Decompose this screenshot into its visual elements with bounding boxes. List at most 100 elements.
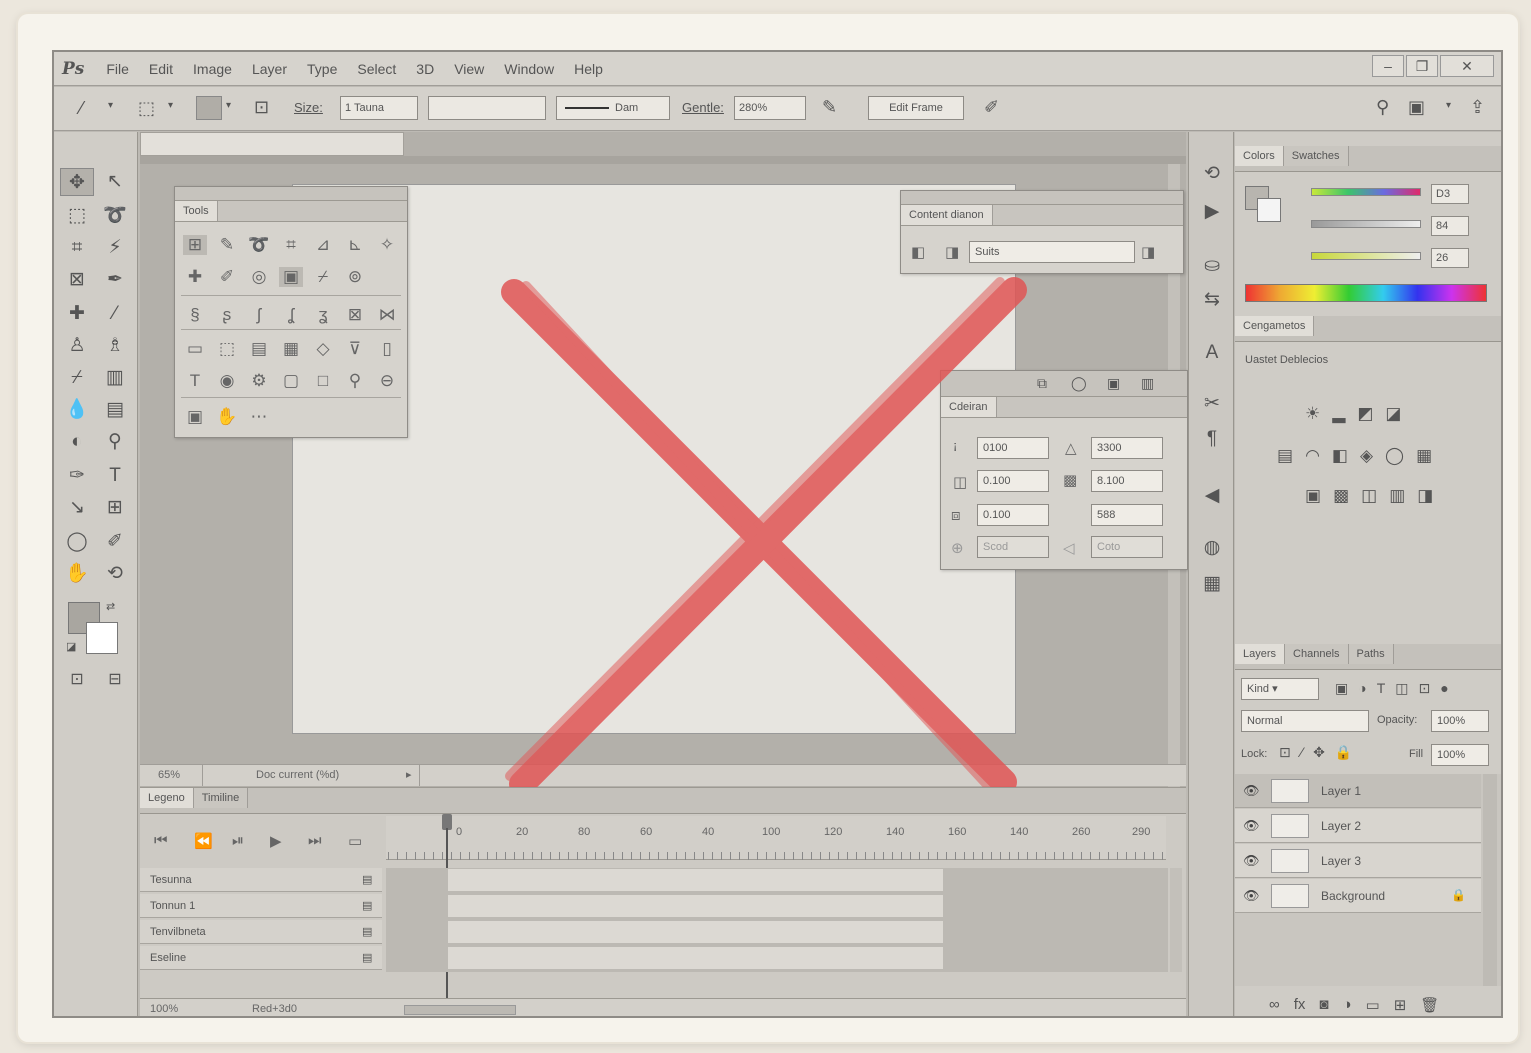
artboard-tool-icon[interactable]: ↖ bbox=[98, 168, 132, 196]
new-layer-icon[interactable]: ⊞ bbox=[1394, 996, 1407, 1014]
layer-row[interactable]: 👁 Background 🔒 bbox=[1235, 879, 1481, 913]
marquee-tool-icon[interactable]: ⬚ bbox=[60, 202, 94, 230]
delete-layer-icon[interactable]: 🗑 bbox=[1420, 996, 1439, 1014]
edit-frame-button[interactable]: Edit Frame bbox=[868, 96, 964, 120]
move-icon[interactable]: ⊞ bbox=[183, 235, 207, 255]
pixel-filter-icon[interactable]: ▣ bbox=[1335, 680, 1348, 697]
tab-colors[interactable]: Colors bbox=[1235, 146, 1284, 166]
menu-select[interactable]: Select bbox=[347, 61, 406, 77]
brush-icon[interactable]: ⁄ bbox=[80, 99, 83, 117]
brush-panel-icon[interactable]: ⊡ bbox=[254, 98, 269, 116]
lasso-icon[interactable]: ➰ bbox=[247, 235, 271, 255]
measure-tool-icon[interactable]: ⊞ bbox=[98, 494, 132, 522]
history-icon[interactable]: ▣ bbox=[279, 267, 303, 287]
lock-all-icon[interactable]: 🔒 bbox=[1335, 744, 1352, 761]
timeline-zoom-slider[interactable] bbox=[404, 1005, 516, 1015]
rect-fill-icon[interactable]: ▤ bbox=[247, 339, 271, 359]
leading-field[interactable]: 3300 bbox=[1091, 437, 1163, 459]
tab-layers[interactable]: Layers bbox=[1235, 644, 1286, 664]
rect-icon[interactable]: ▭ bbox=[183, 339, 207, 359]
brush-preset-swatch[interactable] bbox=[196, 96, 222, 120]
chevron-down-icon[interactable]: ▾ bbox=[226, 101, 231, 111]
red-slider[interactable] bbox=[1311, 188, 1421, 196]
blur-tool-icon[interactable]: 💧 bbox=[60, 396, 94, 424]
fill-input[interactable]: 100% bbox=[1431, 744, 1489, 766]
first-frame-icon[interactable]: ⏮ bbox=[154, 832, 168, 849]
path2-icon[interactable]: ʂ bbox=[215, 305, 239, 325]
selective-icon[interactable]: ◨ bbox=[1417, 486, 1433, 506]
menu-window[interactable]: Window bbox=[494, 61, 564, 77]
swap-colors-icon[interactable]: ⇄ bbox=[106, 600, 115, 613]
minimize-button[interactable]: – bbox=[1372, 55, 1404, 77]
tool-presets-icon[interactable]: ✂ bbox=[1189, 392, 1235, 415]
gradient-map-icon[interactable]: ▥ bbox=[1389, 486, 1405, 506]
close-button[interactable]: ✕ bbox=[1440, 55, 1494, 77]
magic-wand-icon[interactable]: ⚡ bbox=[98, 234, 132, 262]
lock-paint-icon[interactable]: ⁄ bbox=[1301, 744, 1303, 761]
path6-icon[interactable]: ⊠ bbox=[343, 305, 367, 325]
clone-stamp-icon[interactable]: ♙ bbox=[60, 332, 94, 360]
track-clip[interactable] bbox=[448, 921, 943, 943]
track-icon[interactable]: ▤ bbox=[362, 946, 372, 970]
tab-legend[interactable]: Legeno bbox=[140, 788, 194, 808]
layer-row[interactable]: 👁 Layer 1 bbox=[1235, 774, 1481, 808]
levels-icon[interactable]: ▂ bbox=[1332, 404, 1345, 424]
pressure-icon[interactable]: ✐ bbox=[984, 98, 999, 116]
scale-v-field[interactable]: 588 bbox=[1091, 504, 1163, 526]
chevron-down-icon[interactable]: ▾ bbox=[108, 101, 113, 111]
lock-pixels-icon[interactable]: ⊡ bbox=[1279, 744, 1291, 761]
path-select-icon[interactable]: ↘ bbox=[60, 494, 94, 522]
tab-adjustments[interactable]: Cengametos bbox=[1235, 316, 1315, 336]
green-value[interactable]: 84 bbox=[1431, 216, 1469, 236]
layers-icon[interactable]: ⧉ bbox=[1037, 375, 1047, 392]
history-icon[interactable]: ⟲ bbox=[1189, 162, 1235, 185]
brush-tool-icon[interactable]: ⁄ bbox=[98, 300, 132, 328]
ruler-tool-icon[interactable]: ▤ bbox=[98, 396, 132, 424]
menu-3d[interactable]: 3D bbox=[406, 61, 444, 77]
shape-filter-icon[interactable]: ◫ bbox=[1395, 680, 1408, 697]
eye-icon[interactable]: 👁 bbox=[1243, 818, 1260, 834]
mixer-icon[interactable]: ▦ bbox=[1416, 446, 1432, 466]
pencil-icon[interactable]: ✎ bbox=[215, 235, 239, 255]
maximize-button[interactable]: ❐ bbox=[1406, 55, 1438, 77]
lasso-tool-icon[interactable]: ➰ bbox=[98, 202, 132, 230]
balance-icon[interactable]: ◧ bbox=[1332, 446, 1348, 466]
tab-timeline[interactable]: Timiline bbox=[193, 788, 249, 808]
hand-icon[interactable]: ✋ bbox=[215, 407, 239, 427]
tab-channels[interactable]: Channels bbox=[1285, 644, 1349, 664]
smart-filter-icon[interactable]: ⊡ bbox=[1419, 680, 1431, 697]
filter-icon[interactable]: ⊽ bbox=[343, 339, 367, 359]
last-frame-icon[interactable]: ⏭ bbox=[308, 832, 322, 849]
menu-image[interactable]: Image bbox=[183, 61, 242, 77]
chevron-down-icon[interactable]: ▾ bbox=[1446, 101, 1451, 111]
track-row[interactable]: Tonnun 1 ▤ bbox=[140, 894, 382, 918]
crop-icon[interactable]: ⌗ bbox=[279, 235, 303, 255]
measure-icon[interactable]: ⊾ bbox=[343, 235, 367, 255]
layer-row[interactable]: 👁 Layer 3 bbox=[1235, 844, 1481, 878]
trash-icon[interactable]: ▥ bbox=[1141, 375, 1154, 392]
track-clip[interactable] bbox=[448, 895, 943, 917]
content-field[interactable]: Suits bbox=[969, 241, 1135, 263]
step-icon[interactable]: ⏯ bbox=[232, 832, 244, 849]
menu-file[interactable]: File bbox=[96, 61, 139, 77]
track-icon[interactable]: ▤ bbox=[362, 920, 372, 944]
filter-toggle-icon[interactable]: ● bbox=[1440, 680, 1448, 697]
link-icon[interactable]: ∞ bbox=[1269, 996, 1280, 1014]
menu-view[interactable]: View bbox=[444, 61, 494, 77]
circle-icon[interactable]: ◉ bbox=[215, 371, 239, 391]
prev-frame-icon[interactable]: ⏪ bbox=[194, 832, 213, 850]
workspace-icon[interactable]: ▣ bbox=[1408, 98, 1425, 116]
shape-icon[interactable]: ◇ bbox=[311, 339, 335, 359]
eyedropper-icon[interactable]: ✒ bbox=[98, 266, 132, 294]
exposure-icon[interactable]: ◪ bbox=[1385, 404, 1401, 424]
brightness-icon[interactable]: ☀ bbox=[1305, 404, 1320, 424]
tab-paths[interactable]: Paths bbox=[1348, 644, 1394, 664]
gear-icon[interactable]: ⚙ bbox=[247, 371, 271, 391]
actions-play-icon[interactable]: ▶ bbox=[1189, 200, 1235, 223]
frame-tool-icon[interactable]: ⊠ bbox=[60, 266, 94, 294]
type-filter-icon[interactable]: T bbox=[1377, 680, 1386, 697]
fx-icon[interactable]: fx bbox=[1294, 996, 1306, 1014]
track-clip[interactable] bbox=[448, 947, 943, 969]
panel-header[interactable] bbox=[175, 187, 407, 201]
healing-brush-icon[interactable]: ✚ bbox=[60, 300, 94, 328]
